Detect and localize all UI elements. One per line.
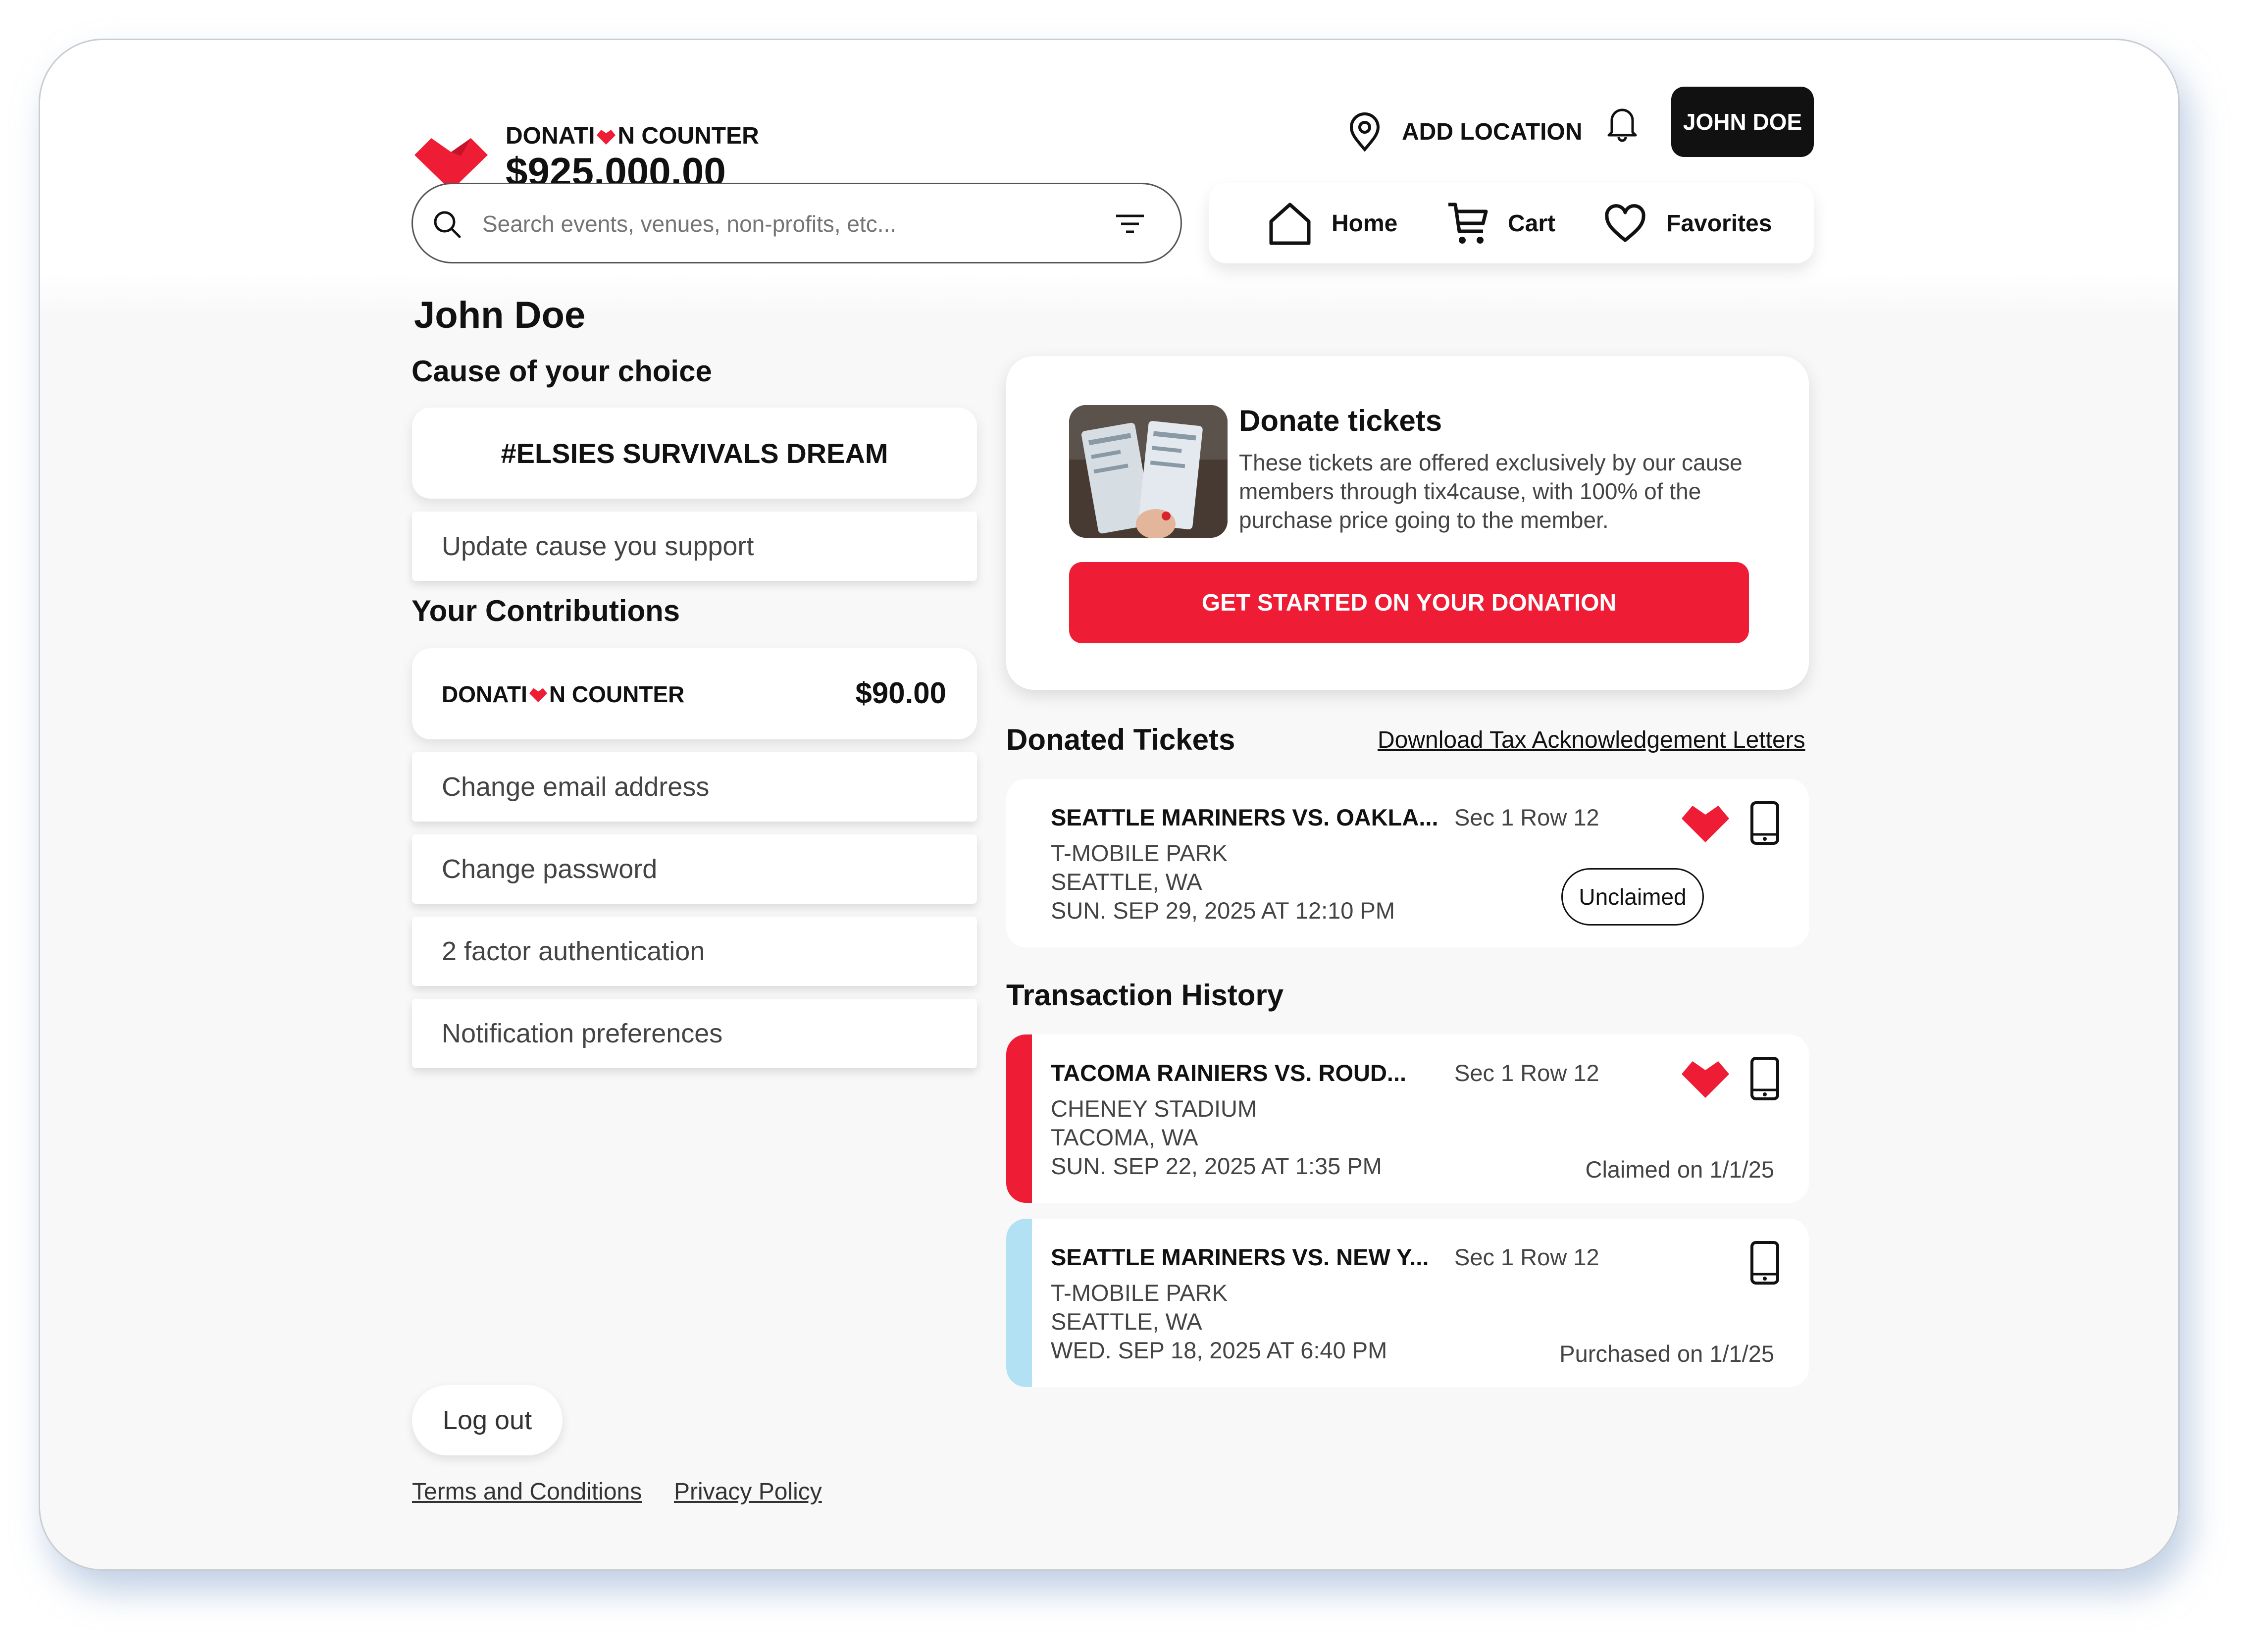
change-email-label: Change email address [442, 772, 710, 802]
transaction-city: TACOMA, WA [1051, 1124, 1198, 1150]
ticket-city: SEATTLE, WA [1051, 869, 1202, 895]
notification-preferences-button[interactable]: Notification preferences [412, 999, 977, 1068]
nav-favorites[interactable]: Favorites [1604, 199, 1772, 248]
change-password-label: Change password [442, 854, 658, 884]
notification-preferences-label: Notification preferences [442, 1019, 723, 1048]
search-input[interactable] [482, 199, 1077, 249]
ticket-status-label: Unclaimed [1579, 884, 1687, 910]
transaction-seat: Sec 1 Row 12 [1454, 1060, 1599, 1086]
nav-favorites-label: Favorites [1666, 210, 1772, 237]
heart-o-icon [529, 688, 547, 703]
update-cause-button[interactable]: Update cause you support [412, 512, 977, 581]
profile-name: John Doe [414, 294, 586, 336]
brand-logo[interactable]: DONATI N COUNTER $925,000.00 [411, 88, 832, 197]
heart-donation-icon [1682, 1061, 1729, 1098]
two-factor-button[interactable]: 2 factor authentication [412, 917, 977, 986]
transaction-status: Purchased on 1/1/25 [1559, 1341, 1774, 1367]
ticket-title: SEATTLE MARINERS VS. OAKLA... [1051, 804, 1438, 830]
nav-cart-label: Cart [1508, 210, 1556, 237]
donated-tickets-heading: Donated Tickets [1006, 723, 1235, 756]
heart-logo-icon [414, 138, 488, 191]
transaction-history-heading: Transaction History [1006, 979, 1284, 1012]
transaction-city: SEATTLE, WA [1051, 1308, 1202, 1335]
nav-cart[interactable]: Cart [1446, 199, 1555, 248]
nav-home-label: Home [1332, 210, 1398, 237]
contribution-amount: $90.00 [855, 676, 946, 710]
logout-label: Log out [442, 1405, 532, 1435]
transaction-card[interactable]: SEATTLE MARINERS VS. NEW Y... Sec 1 Row … [1006, 1219, 1809, 1387]
ticket-date: SUN. SEP 29, 2025 AT 12:10 PM [1051, 897, 1395, 924]
logout-button[interactable]: Log out [412, 1385, 563, 1455]
transaction-title: TACOMA RAINIERS VS. ROUD... [1051, 1060, 1407, 1086]
donate-tickets-card: Donate tickets These tickets are offered… [1006, 356, 1809, 690]
ticket-status-badge: Unclaimed [1561, 868, 1704, 926]
location-pin-icon [1349, 112, 1380, 152]
transaction-title: SEATTLE MARINERS VS. NEW Y... [1051, 1244, 1429, 1270]
transaction-status-stripe [1006, 1034, 1032, 1203]
transaction-card[interactable]: TACOMA RAINIERS VS. ROUD... Sec 1 Row 12… [1006, 1034, 1809, 1203]
home-icon [1269, 203, 1311, 245]
heart-donation-icon [1682, 806, 1729, 842]
transaction-status-stripe [1006, 1219, 1032, 1387]
change-password-button[interactable]: Change password [412, 834, 977, 904]
download-tax-letters-link[interactable]: Download Tax Acknowledgement Letters [1378, 726, 1805, 754]
main-nav: Home Cart Favorites [1209, 183, 1814, 263]
contributions-heading: Your Contributions [411, 594, 680, 627]
heart-outline-icon [1605, 204, 1645, 242]
contribution-card: DONATI N COUNTER $90.00 [412, 648, 977, 739]
contribution-brand: DONATI N COUNTER [442, 681, 685, 707]
user-menu-label: JOHN DOE [1683, 109, 1802, 135]
two-factor-label: 2 factor authentication [442, 936, 705, 966]
transaction-date: SUN. SEP 22, 2025 AT 1:35 PM [1051, 1153, 1382, 1179]
tickets-photo [1069, 405, 1228, 538]
transaction-venue: T-MOBILE PARK [1051, 1280, 1228, 1306]
privacy-link[interactable]: Privacy Policy [674, 1478, 822, 1505]
cause-card: #ELSIES SURVIVALS DREAM [412, 408, 977, 499]
donated-ticket-card[interactable]: SEATTLE MARINERS VS. OAKLA... Sec 1 Row … [1006, 779, 1809, 947]
mobile-phone-icon [1750, 801, 1779, 845]
transaction-status: Claimed on 1/1/25 [1585, 1156, 1774, 1183]
transaction-date: WED. SEP 18, 2025 AT 6:40 PM [1051, 1337, 1387, 1363]
search-icon [434, 211, 461, 238]
get-started-donation-button[interactable]: GET STARTED ON YOUR DONATION [1069, 562, 1749, 643]
nav-home[interactable]: Home [1267, 199, 1397, 248]
donate-tickets-title: Donate tickets [1239, 404, 1442, 437]
add-location-label: ADD LOCATION [1402, 118, 1583, 145]
ticket-seat: Sec 1 Row 12 [1454, 804, 1599, 830]
cause-name: #ELSIES SURVIVALS DREAM [501, 437, 888, 469]
terms-link[interactable]: Terms and Conditions [412, 1478, 642, 1505]
user-menu-button[interactable]: JOHN DOE [1671, 87, 1814, 157]
brand-name: DONATI N COUNTER [506, 123, 759, 149]
donate-tickets-description: These tickets are offered exclusively by… [1239, 450, 1743, 533]
bell-icon[interactable] [1605, 103, 1640, 143]
ticket-venue: T-MOBILE PARK [1051, 840, 1228, 866]
tickets-image-icon [1069, 405, 1228, 538]
transaction-seat: Sec 1 Row 12 [1454, 1244, 1599, 1270]
heart-o-icon [597, 129, 616, 145]
search-bar[interactable] [411, 183, 1182, 263]
app-window: DONATI N COUNTER $925,000.00 ADD LOCATIO… [39, 39, 2180, 1571]
change-email-button[interactable]: Change email address [412, 752, 977, 822]
mobile-phone-icon [1750, 1057, 1779, 1100]
add-location-button[interactable]: ADD LOCATION [1347, 100, 1582, 164]
mobile-phone-icon [1750, 1241, 1779, 1285]
cart-icon [1448, 203, 1488, 244]
get-started-label: GET STARTED ON YOUR DONATION [1201, 589, 1617, 616]
cause-heading: Cause of your choice [411, 355, 712, 388]
transaction-venue: CHENEY STADIUM [1051, 1095, 1257, 1122]
update-cause-label: Update cause you support [442, 531, 754, 561]
filter-icon[interactable] [1115, 212, 1145, 237]
